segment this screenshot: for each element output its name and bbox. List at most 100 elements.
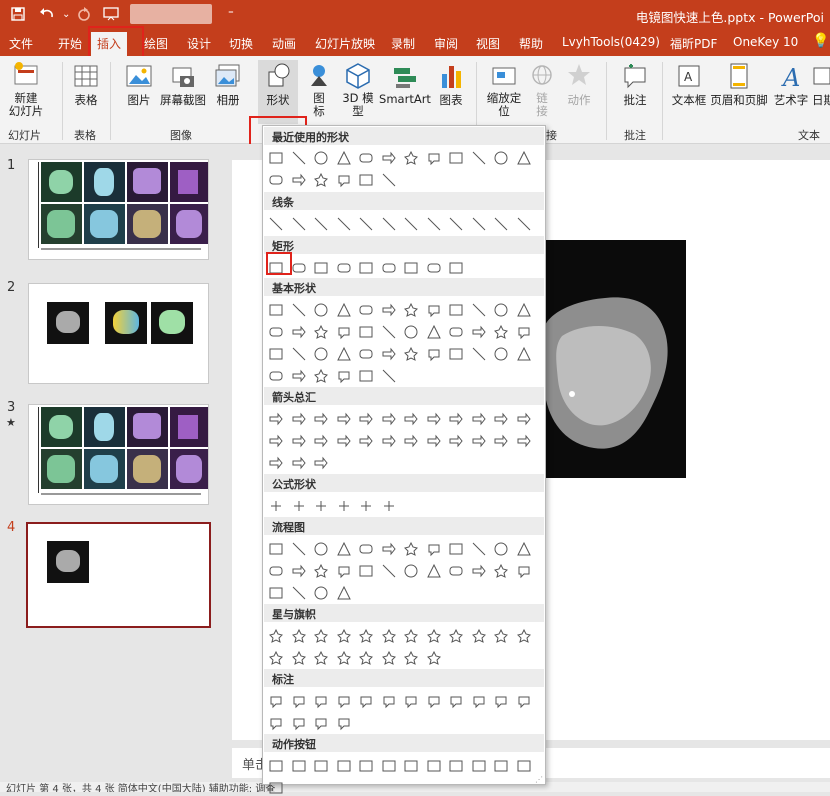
- shape-3-0-icon[interactable]: [268, 302, 284, 318]
- shape-8-6-icon[interactable]: [403, 693, 419, 709]
- shape-7-0-icon[interactable]: [268, 628, 284, 644]
- shape-4-7-icon[interactable]: [426, 411, 442, 427]
- shape-6-10-icon[interactable]: [493, 541, 509, 557]
- shape-5-3-icon[interactable]: [336, 498, 352, 514]
- shape-0-17-icon[interactable]: [381, 172, 397, 188]
- shape-8-14-icon[interactable]: [313, 715, 329, 731]
- tab-file[interactable]: 文件: [9, 35, 33, 52]
- shape-3-33-icon[interactable]: [471, 346, 487, 362]
- shape-3-34-icon[interactable]: [493, 346, 509, 362]
- shape-3-5-icon[interactable]: [381, 302, 397, 318]
- tab-draw[interactable]: 绘图: [144, 35, 168, 52]
- shape-1-3-icon[interactable]: [336, 216, 352, 232]
- shape-0-16-icon[interactable]: [358, 172, 374, 188]
- shape-1-5-icon[interactable]: [381, 216, 397, 232]
- shape-4-22-icon[interactable]: [493, 433, 509, 449]
- shape-7-2-icon[interactable]: [313, 628, 329, 644]
- shape-6-3-icon[interactable]: [336, 541, 352, 557]
- tab-transitions[interactable]: 切换: [229, 35, 253, 52]
- shape-0-15-icon[interactable]: [336, 172, 352, 188]
- shape-6-11-icon[interactable]: [516, 541, 532, 557]
- shape-7-3-icon[interactable]: [336, 628, 352, 644]
- shape-4-13-icon[interactable]: [291, 433, 307, 449]
- shape-7-18-icon[interactable]: [403, 650, 419, 666]
- shape-7-11-icon[interactable]: [516, 628, 532, 644]
- undo-icon[interactable]: [38, 6, 56, 26]
- shape-6-26-icon[interactable]: [313, 585, 329, 601]
- shape-3-3-icon[interactable]: [336, 302, 352, 318]
- shape-7-6-icon[interactable]: [403, 628, 419, 644]
- shape-4-3-icon[interactable]: [336, 411, 352, 427]
- shape-4-11-icon[interactable]: [516, 411, 532, 427]
- new-slide-button[interactable]: 新建 幻灯片: [6, 60, 46, 118]
- table-button[interactable]: 表格: [70, 60, 102, 108]
- shape-3-40-icon[interactable]: [358, 368, 374, 384]
- shape-8-9-icon[interactable]: [471, 693, 487, 709]
- shape-4-1-icon[interactable]: [291, 411, 307, 427]
- shape-2-1-icon[interactable]: [291, 260, 307, 276]
- shape-9-5-icon[interactable]: [381, 758, 397, 774]
- shape-3-7-icon[interactable]: [426, 302, 442, 318]
- shape-3-35-icon[interactable]: [516, 346, 532, 362]
- shape-6-23-icon[interactable]: [516, 563, 532, 579]
- shape-9-4-icon[interactable]: [358, 758, 374, 774]
- shape-8-10-icon[interactable]: [493, 693, 509, 709]
- shape-5-0-icon[interactable]: [268, 498, 284, 514]
- header-footer-button[interactable]: 页眉和页脚: [710, 60, 768, 108]
- shape-3-19-icon[interactable]: [426, 324, 442, 340]
- wordart-button[interactable]: A 艺术字: [772, 60, 810, 108]
- shape-3-16-icon[interactable]: [358, 324, 374, 340]
- shape-7-16-icon[interactable]: [358, 650, 374, 666]
- shape-9-11-icon[interactable]: [516, 758, 532, 774]
- shape-4-10-icon[interactable]: [493, 411, 509, 427]
- shape-5-4-icon[interactable]: [358, 498, 374, 514]
- shape-0-0-icon[interactable]: [268, 150, 284, 166]
- shape-6-27-icon[interactable]: [336, 585, 352, 601]
- shape-7-4-icon[interactable]: [358, 628, 374, 644]
- shape-1-2-icon[interactable]: [313, 216, 329, 232]
- shape-3-20-icon[interactable]: [448, 324, 464, 340]
- shape-1-10-icon[interactable]: [493, 216, 509, 232]
- tab-lvyhtools[interactable]: LvyhTools(0429): [562, 35, 660, 49]
- shape-8-5-icon[interactable]: [381, 693, 397, 709]
- shape-6-12-icon[interactable]: [268, 563, 284, 579]
- shape-6-4-icon[interactable]: [358, 541, 374, 557]
- shape-4-21-icon[interactable]: [471, 433, 487, 449]
- shape-3-39-icon[interactable]: [336, 368, 352, 384]
- shape-6-8-icon[interactable]: [448, 541, 464, 557]
- shape-2-7-icon[interactable]: [426, 260, 442, 276]
- shape-3-17-icon[interactable]: [381, 324, 397, 340]
- tab-design[interactable]: 设计: [187, 35, 211, 52]
- shape-1-4-icon[interactable]: [358, 216, 374, 232]
- shape-1-6-icon[interactable]: [403, 216, 419, 232]
- picture-button[interactable]: 图片: [122, 60, 156, 108]
- shape-4-20-icon[interactable]: [448, 433, 464, 449]
- shape-4-26-icon[interactable]: [313, 455, 329, 471]
- shape-6-25-icon[interactable]: [291, 585, 307, 601]
- shape-8-0-icon[interactable]: [268, 693, 284, 709]
- tab-view[interactable]: 视图: [476, 35, 500, 52]
- datetime-button[interactable]: 日期: [812, 60, 830, 108]
- shape-1-11-icon[interactable]: [516, 216, 532, 232]
- shape-9-2-icon[interactable]: [313, 758, 329, 774]
- shape-1-0-icon[interactable]: [268, 216, 284, 232]
- shape-3-25-icon[interactable]: [291, 346, 307, 362]
- shape-0-10-icon[interactable]: [493, 150, 509, 166]
- shape-7-15-icon[interactable]: [336, 650, 352, 666]
- icons-button[interactable]: 图 标: [306, 60, 332, 118]
- tab-foxit-pdf[interactable]: 福昕PDF: [670, 35, 717, 52]
- shape-1-1-icon[interactable]: [291, 216, 307, 232]
- shape-4-12-icon[interactable]: [268, 433, 284, 449]
- shape-0-14-icon[interactable]: [313, 172, 329, 188]
- shape-4-17-icon[interactable]: [381, 433, 397, 449]
- save-icon[interactable]: [10, 6, 26, 26]
- shape-8-7-icon[interactable]: [426, 693, 442, 709]
- shape-3-6-icon[interactable]: [403, 302, 419, 318]
- shape-3-8-icon[interactable]: [448, 302, 464, 318]
- shape-4-5-icon[interactable]: [381, 411, 397, 427]
- shape-1-8-icon[interactable]: [448, 216, 464, 232]
- shape-7-13-icon[interactable]: [291, 650, 307, 666]
- shape-5-1-icon[interactable]: [291, 498, 307, 514]
- shape-4-19-icon[interactable]: [426, 433, 442, 449]
- shape-7-17-icon[interactable]: [381, 650, 397, 666]
